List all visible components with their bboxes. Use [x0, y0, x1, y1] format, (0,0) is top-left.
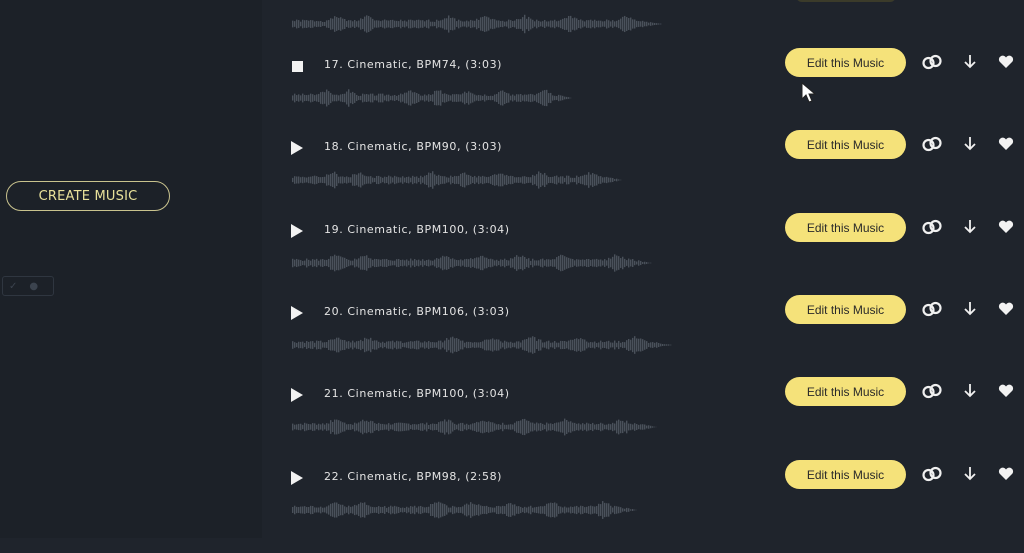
check-icon: ✓ [9, 281, 17, 292]
heart-icon [998, 467, 1014, 481]
track-title: 22. Cinematic, BPM98, (2:58) [324, 470, 502, 483]
play-icon [291, 388, 303, 402]
play-icon [291, 306, 303, 320]
download-icon [963, 383, 977, 399]
faded-controls: ✓ ● [2, 276, 54, 296]
download-icon [963, 54, 977, 70]
play-button[interactable] [290, 306, 304, 320]
stop-button[interactable] [290, 59, 304, 73]
waveform[interactable] [292, 333, 672, 357]
favorite-button[interactable] [995, 463, 1017, 485]
link-button[interactable] [921, 298, 943, 320]
track-title: 18. Cinematic, BPM90, (3:03) [324, 140, 502, 153]
left-sidebar: CREATE MUSIC ✓ ● [0, 0, 262, 538]
play-icon [291, 224, 303, 238]
link-icon [922, 299, 942, 319]
track-row: 20. Cinematic, BPM106, (3:03) Edit this … [262, 306, 1024, 388]
download-button[interactable] [959, 463, 981, 485]
download-button[interactable] [959, 216, 981, 238]
favorite-button[interactable] [995, 298, 1017, 320]
track-row: 19. Cinematic, BPM100, (3:04) Edit this … [262, 224, 1024, 306]
track-list: 17. Cinematic, BPM74, (3:03) Edit this M… [262, 0, 1024, 538]
track-title: 17. Cinematic, BPM74, (3:03) [324, 58, 502, 71]
edit-music-button[interactable]: Edit this Music [785, 48, 906, 77]
link-icon [922, 464, 942, 484]
download-icon [963, 466, 977, 482]
play-icon [291, 141, 303, 155]
download-button[interactable] [959, 51, 981, 73]
link-button[interactable] [921, 380, 943, 402]
link-icon [922, 217, 942, 237]
create-music-button[interactable]: CREATE MUSIC [6, 181, 170, 211]
link-button[interactable] [921, 51, 943, 73]
link-button[interactable] [921, 133, 943, 155]
track-row: 21. Cinematic, BPM100, (3:04) Edit this … [262, 388, 1024, 470]
edit-music-button[interactable]: Edit this Music [785, 213, 906, 242]
download-icon [963, 136, 977, 152]
waveform[interactable] [292, 415, 657, 439]
edit-music-button[interactable]: Edit this Music [785, 130, 906, 159]
play-icon [291, 471, 303, 485]
track-title: 19. Cinematic, BPM100, (3:04) [324, 223, 510, 236]
track-title: 21. Cinematic, BPM100, (3:04) [324, 387, 510, 400]
link-button[interactable] [921, 216, 943, 238]
waveform[interactable] [292, 86, 572, 110]
favorite-button[interactable] [995, 51, 1017, 73]
heart-icon [998, 302, 1014, 316]
play-button[interactable] [290, 141, 304, 155]
edit-music-button[interactable]: Edit this Music [785, 377, 906, 406]
waveform[interactable] [292, 168, 622, 192]
play-button[interactable] [290, 224, 304, 238]
track-row: 18. Cinematic, BPM90, (3:03) Edit this M… [262, 141, 1024, 223]
track-title: 20. Cinematic, BPM106, (3:03) [324, 305, 510, 318]
download-icon [963, 301, 977, 317]
edit-music-button[interactable]: Edit this Music [785, 460, 906, 489]
edit-music-button[interactable]: Edit this Music [785, 295, 906, 324]
link-icon [922, 381, 942, 401]
download-button[interactable] [959, 298, 981, 320]
play-button[interactable] [290, 388, 304, 402]
heart-icon [998, 384, 1014, 398]
heart-icon [998, 55, 1014, 69]
track-row: 22. Cinematic, BPM98, (2:58) Edit this M… [262, 471, 1024, 553]
link-button[interactable] [921, 463, 943, 485]
waveform[interactable] [292, 498, 637, 522]
heart-icon [998, 137, 1014, 151]
link-icon [922, 52, 942, 72]
heart-icon [998, 220, 1014, 234]
download-icon [963, 219, 977, 235]
favorite-button[interactable] [995, 380, 1017, 402]
waveform[interactable] [292, 251, 652, 275]
track-row: 17. Cinematic, BPM74, (3:03) Edit this M… [262, 59, 1024, 141]
favorite-button[interactable] [995, 216, 1017, 238]
favorite-button[interactable] [995, 133, 1017, 155]
play-button[interactable] [290, 471, 304, 485]
link-icon [922, 134, 942, 154]
dot-icon: ● [29, 281, 38, 292]
mouse-cursor-icon [801, 82, 817, 104]
download-button[interactable] [959, 133, 981, 155]
stop-icon [292, 61, 303, 72]
download-button[interactable] [959, 380, 981, 402]
